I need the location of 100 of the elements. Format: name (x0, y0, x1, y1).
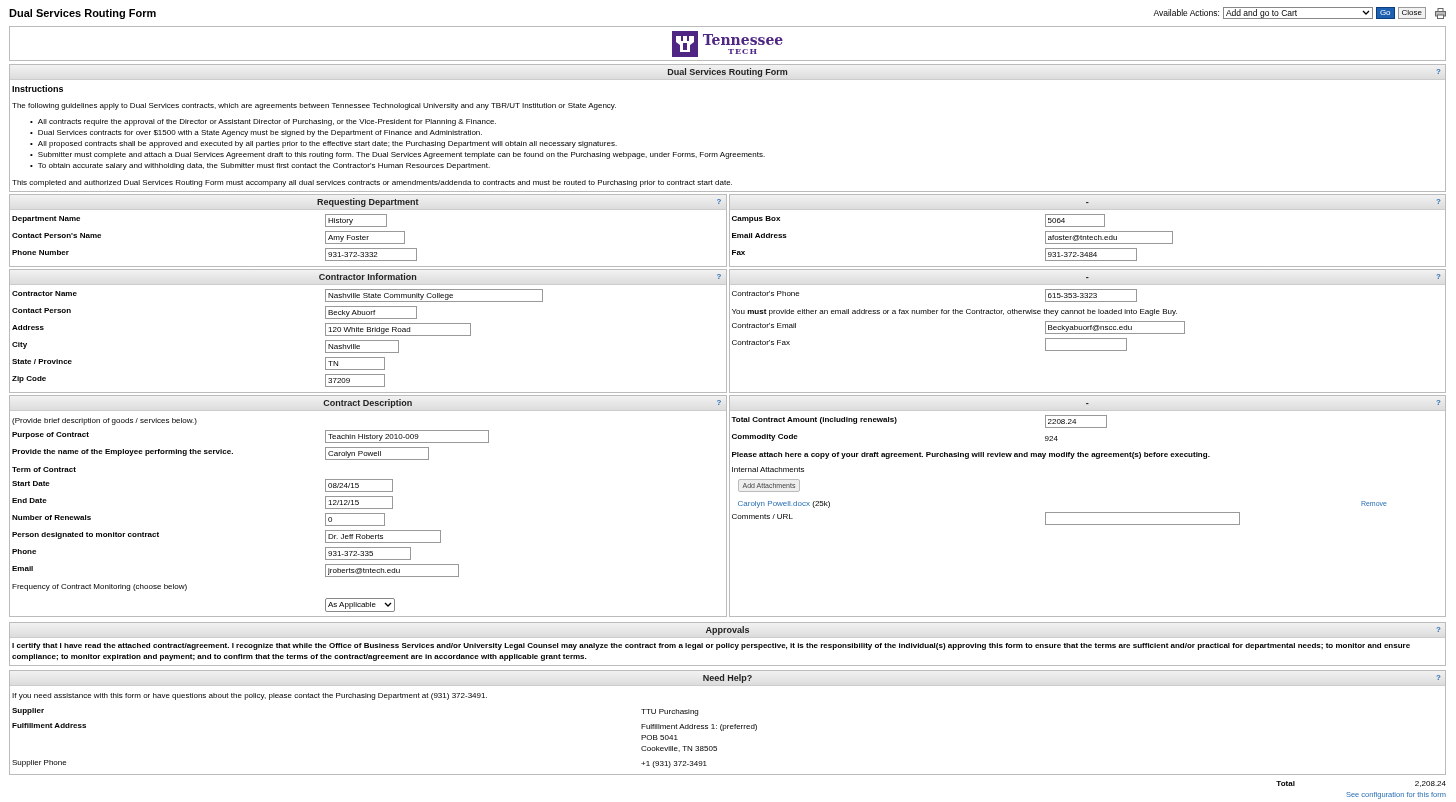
total-label: Total (1276, 778, 1295, 788)
help-link[interactable]: ? (1436, 398, 1441, 407)
field-label: Zip Code (12, 373, 48, 383)
help-link[interactable]: ? (716, 398, 722, 407)
input-field[interactable]: Teachin History 2010-009 (325, 430, 489, 443)
help-link[interactable]: ? (1436, 673, 1441, 682)
field-label: Email (12, 563, 35, 573)
input-field[interactable]: afoster@tntech.edu (1044, 231, 1173, 244)
panel-title: Contract Description (323, 398, 413, 408)
guideline-item: All contracts require the approval of the Director or Assistant Director of Purchasing, or the Vice-President for Planning & Finance. (37, 116, 497, 127)
printer-icon[interactable] (1435, 7, 1446, 19)
input-field[interactable]: 931-372-3484 (1044, 248, 1137, 261)
input-field[interactable]: Carolyn Powell (325, 447, 429, 460)
field-label: Fax (731, 247, 747, 257)
help-link[interactable]: ? (716, 197, 722, 206)
help-link[interactable]: ? (1436, 625, 1441, 634)
field-label: Number of Renewals (12, 512, 93, 522)
input-field[interactable]: 08/24/15 (325, 479, 393, 492)
bullet-marker: • (30, 149, 33, 160)
field-label: Department Name (12, 213, 82, 223)
field-label: Contractor's Phone (731, 288, 801, 298)
field-value: 924 (1044, 434, 1059, 443)
form-note: (Provide brief description of goods / services below.) (12, 415, 198, 427)
guideline-item: Submitter must complete and attach a Dual Services Agreement draft to this routing form. The Dual Services Agreement template can be found on the Purchasing webpage, under Forms, Form Agreements. (37, 149, 766, 160)
help-link[interactable]: ? (1436, 272, 1441, 281)
close-button[interactable]: Close (1397, 7, 1426, 19)
instructions-heading: Instructions (12, 84, 65, 94)
guideline-item: To obtain accurate salary and withholding data, the Submitter must first contact the Contractor's Human Resources Department. (37, 160, 491, 171)
field-label: Contact Person's Name (12, 230, 103, 240)
instructions-text: The following guidelines apply to Dual Services contracts, which are agreements between Tennessee Technological University and any TBR/UT Institution or State Agency. (12, 100, 618, 111)
supplier-value: TTU Purchasing (641, 706, 700, 717)
attachment-link[interactable]: Carolyn Powell.docx (737, 499, 810, 508)
field-label: Phone Number (12, 247, 70, 257)
input-field[interactable]: TN (325, 357, 385, 370)
logo-icon (671, 30, 698, 57)
input-field[interactable]: 931-372-3332 (325, 248, 417, 261)
input-field[interactable]: Nashville (325, 340, 399, 353)
input-field[interactable]: 12/12/15 (325, 496, 393, 509)
input-field[interactable]: History (325, 214, 387, 227)
caret-icon (384, 601, 392, 608)
panel-title: Need Help? (702, 673, 753, 683)
supplier-value: Fulfillment Address 1: (preferred) (641, 721, 759, 732)
supplier-label: Supplier (12, 705, 45, 715)
field-label: Contractor's Fax (731, 337, 791, 347)
certification-text: I certify that I have read the attached contract/agreement. I recognize that while the Office of Business Services and/or University Legal Counsel may analyze the contract from a legal or policy perspective, it is the responsibility of the individual(s) approving this form to ensure that the terms are sufficient and/or practical for departmental needs; to monitor and ensure compliance; to monitor expiration and payment; and to confirm that the terms of the contract/agreement are in accordance with applicable grant terms. (12, 640, 1412, 662)
field-label: Person designated to monitor contract (12, 529, 161, 539)
field-label: End Date (12, 495, 48, 505)
go-button[interactable]: Go (1375, 7, 1395, 19)
field-label: Contractor's Email (731, 320, 798, 330)
panel-title: Dual Services Routing Form (667, 67, 788, 77)
guideline-item: Dual Services contracts for over $1500 with a State Agency must be signed by the Department of Finance and Administration. (37, 127, 483, 138)
help-link[interactable]: ? (716, 272, 722, 281)
input-field[interactable]: 0 (325, 513, 385, 526)
panel-title: Requesting Department (317, 197, 419, 207)
panel-title: - (1085, 272, 1089, 282)
field-label: City (12, 339, 29, 349)
input-field[interactable]: 5064 (1044, 214, 1105, 227)
field-label: Address (12, 322, 45, 332)
supplier-value: Cookeville, TN 38505 (641, 743, 719, 754)
file-size: (25k) (811, 499, 831, 508)
field-label: State / Province (12, 356, 74, 366)
form-note: Frequency of Contract Monitoring (choose below) (12, 581, 189, 593)
logo-subtitle: TECH (728, 46, 758, 55)
field-label: Contact Person (12, 305, 73, 315)
actions-label: Available Actions: (1153, 8, 1220, 18)
supplier-value: +1 (931) 372-3491 (641, 758, 709, 769)
input-field[interactable]: Dr. Jeff Roberts (325, 530, 441, 543)
bullet-marker: • (30, 160, 33, 171)
input-field[interactable]: Beckyabuorf@nscc.edu (1044, 321, 1185, 334)
page-title: Dual Services Routing Form (9, 7, 157, 19)
total-value: 2,208.24 (1414, 778, 1446, 788)
actions-dropdown[interactable]: Add and go to Cart (1222, 7, 1373, 19)
field-label: Start Date (12, 478, 51, 488)
input-field[interactable]: Becky Abuorf (325, 306, 417, 319)
bullet-marker: • (30, 138, 33, 149)
field-label: Provide the name of the Employee performing the service. (12, 446, 235, 456)
form-note: Please attach here a copy of your draft agreement. Purchasing will review and may modify the agreement(s) before executing. (731, 449, 1211, 461)
field-label: Comments / URL (731, 511, 794, 521)
input-field[interactable]: 37209 (325, 374, 385, 387)
help-text: If you need assistance with this form or have questions about the policy, please contact the Purchasing Department at (931) 372-3491. (12, 690, 489, 701)
field-label: Purpose of Contract (12, 429, 90, 439)
input-field[interactable]: 931-372-335 (325, 547, 411, 560)
input-field[interactable]: Nashville State Community College (325, 289, 543, 302)
frequency-dropdown[interactable]: As Applicable (325, 597, 395, 612)
input-field[interactable]: Amy Foster (325, 231, 405, 244)
form-note: Term of Contract (12, 464, 77, 476)
logo-name: Tennessee (702, 32, 784, 47)
input-field[interactable]: 615-353-3323 (1044, 289, 1137, 302)
panel-title: - (1085, 197, 1089, 207)
form-note: Internal Attachments (731, 464, 806, 476)
field-label: Total Contract Amount (including renewals) (731, 414, 898, 424)
input-field[interactable]: 120 White Bridge Road (325, 323, 471, 336)
input-field[interactable] (1044, 338, 1127, 351)
input-field[interactable] (1044, 512, 1240, 525)
input-field[interactable]: jroberts@tntech.edu (325, 564, 459, 577)
help-link[interactable]: ? (1436, 197, 1441, 206)
help-link[interactable]: ? (1436, 67, 1441, 76)
bullet-marker: • (30, 127, 33, 138)
form-note: You must provide either an email address or a fax number for the Contractor, otherwise they cannot be loaded into Eagle Buy. (731, 306, 1179, 318)
input-field[interactable]: 2208.24 (1044, 415, 1107, 428)
